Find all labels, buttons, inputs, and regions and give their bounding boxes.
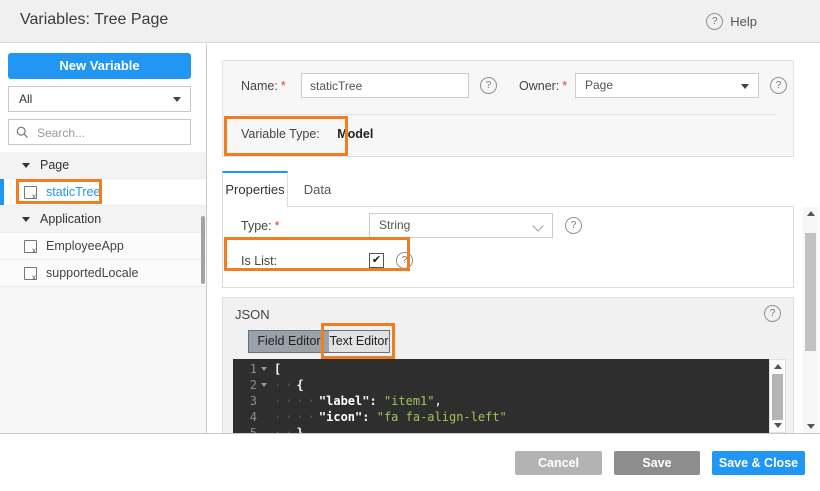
code-line: 1 [: [233, 361, 769, 377]
selected-indicator: [0, 179, 4, 205]
json-code-editor[interactable]: 1 [ 2 ··{ 3 ····"label": "item1", 4 ····…: [233, 359, 769, 433]
line-number: 1: [249, 362, 257, 376]
help-button[interactable]: Help: [706, 13, 757, 30]
chevron-down-icon: [532, 220, 544, 232]
line-number: 4: [249, 410, 257, 424]
sidebar-empty-area: [0, 287, 206, 433]
is-list-label: Is List:: [241, 253, 278, 268]
owner-help-icon[interactable]: [770, 77, 787, 94]
type-selected-value: String: [379, 218, 411, 232]
scroll-down-arrow-icon[interactable]: [807, 424, 815, 429]
tree-group-application[interactable]: Application: [0, 206, 206, 233]
scroll-up-arrow-icon[interactable]: [774, 364, 782, 369]
type-select[interactable]: String: [369, 213, 553, 238]
fold-caret-icon[interactable]: [257, 361, 270, 377]
tree-item-label: supportedLocale: [46, 266, 139, 280]
variable-type-label: Variable Type:: [241, 127, 320, 141]
tree-group-label: Page: [40, 158, 70, 172]
filter-selected-value: All: [19, 92, 33, 106]
fold-caret-icon[interactable]: [257, 377, 270, 393]
line-number: 3: [249, 394, 257, 408]
editor-scrollbar-thumb[interactable]: [772, 374, 783, 420]
line-number: 2: [249, 378, 257, 392]
dropdown-arrow-icon: [173, 97, 181, 102]
code-line: 4 ····"icon": "fa fa-align-left": [233, 409, 769, 425]
code-line: 2 ··{: [233, 377, 769, 393]
name-input[interactable]: [301, 73, 469, 98]
name-help-icon[interactable]: [480, 77, 497, 94]
properties-panel: Type:* String Is List:: [222, 206, 794, 288]
tree-group-label: Application: [40, 212, 102, 226]
is-list-help-icon[interactable]: [396, 252, 413, 269]
question-circle-icon: [706, 13, 724, 30]
text-editor-button[interactable]: Text Editor: [329, 330, 390, 353]
tree-item-label: EmployeeApp: [46, 239, 124, 253]
variable-summary-panel: Name:* Owner:* Page Variable Type: Model: [222, 60, 794, 157]
properties-scrollbar[interactable]: [803, 207, 819, 433]
json-help-icon[interactable]: [764, 305, 781, 322]
variable-icon: [24, 239, 37, 255]
search-input[interactable]: [35, 121, 189, 145]
variable-filter-select[interactable]: All: [8, 86, 191, 112]
tree-item-statictree[interactable]: staticTree: [0, 179, 206, 206]
scroll-up-arrow-icon[interactable]: [807, 211, 815, 216]
code-line: 3 ····"label": "item1",: [233, 393, 769, 409]
panel-divider: [241, 114, 777, 115]
required-marker: *: [562, 78, 568, 93]
tree-item-employeeapp[interactable]: EmployeeApp: [0, 233, 206, 260]
variables-sidebar: New Variable All Page staticTree: [0, 44, 207, 433]
search-icon: [16, 126, 29, 139]
tab-properties[interactable]: Properties: [222, 171, 288, 207]
dialog-header: Variables: Tree Page Help: [0, 0, 820, 43]
type-help-icon[interactable]: [565, 217, 582, 234]
editor-scrollbar[interactable]: [769, 359, 786, 433]
line-number: 5: [249, 426, 257, 433]
cancel-button[interactable]: Cancel: [515, 451, 602, 475]
owner-label: Owner: *: [519, 78, 568, 93]
caret-down-icon: [22, 162, 30, 168]
variables-dialog: Variables: Tree Page Help New Variable A…: [0, 0, 820, 491]
save-and-close-button[interactable]: Save & Close: [712, 451, 805, 475]
field-editor-button[interactable]: Field Editor: [248, 330, 330, 353]
caret-down-icon: [22, 216, 30, 222]
variable-icon: [24, 185, 37, 201]
owner-select[interactable]: Page: [575, 73, 759, 98]
is-list-checkbox[interactable]: [369, 253, 384, 268]
page-title: Variables: Tree Page: [20, 11, 169, 28]
json-section: JSON Field Editor Text Editor 1 [ 2 ··{ …: [222, 297, 794, 433]
sidebar-scrollbar[interactable]: [201, 216, 205, 284]
variable-type-value: Model: [337, 127, 374, 141]
name-label: Name: *: [241, 78, 286, 93]
save-button[interactable]: Save: [614, 451, 700, 475]
required-marker: *: [280, 78, 286, 93]
variable-type-row: Variable Type: Model: [241, 127, 373, 141]
json-section-title: JSON: [235, 307, 270, 322]
variable-icon: [24, 266, 37, 282]
tab-data[interactable]: Data: [290, 173, 345, 206]
properties-scrollbar-thumb[interactable]: [805, 233, 816, 351]
tree-group-page[interactable]: Page: [0, 152, 206, 179]
dropdown-arrow-icon: [741, 84, 749, 89]
owner-selected-value: Page: [585, 78, 614, 92]
type-label: Type: *: [241, 218, 280, 233]
variable-editor-main: Name:* Owner:* Page Variable Type: Model…: [208, 44, 820, 433]
help-label: Help: [730, 14, 757, 29]
scroll-down-arrow-icon[interactable]: [774, 423, 782, 428]
dialog-footer: Cancel Save Save & Close: [0, 433, 820, 491]
code-line: 5 ··}: [233, 425, 769, 433]
search-box: [8, 119, 191, 145]
tree-item-supportedlocale[interactable]: supportedLocale: [0, 260, 206, 287]
new-variable-button[interactable]: New Variable: [8, 53, 191, 79]
required-marker: *: [274, 218, 280, 233]
variables-tree: Page staticTree Application EmployeeApp …: [0, 152, 206, 287]
tree-item-label: staticTree: [46, 185, 101, 199]
